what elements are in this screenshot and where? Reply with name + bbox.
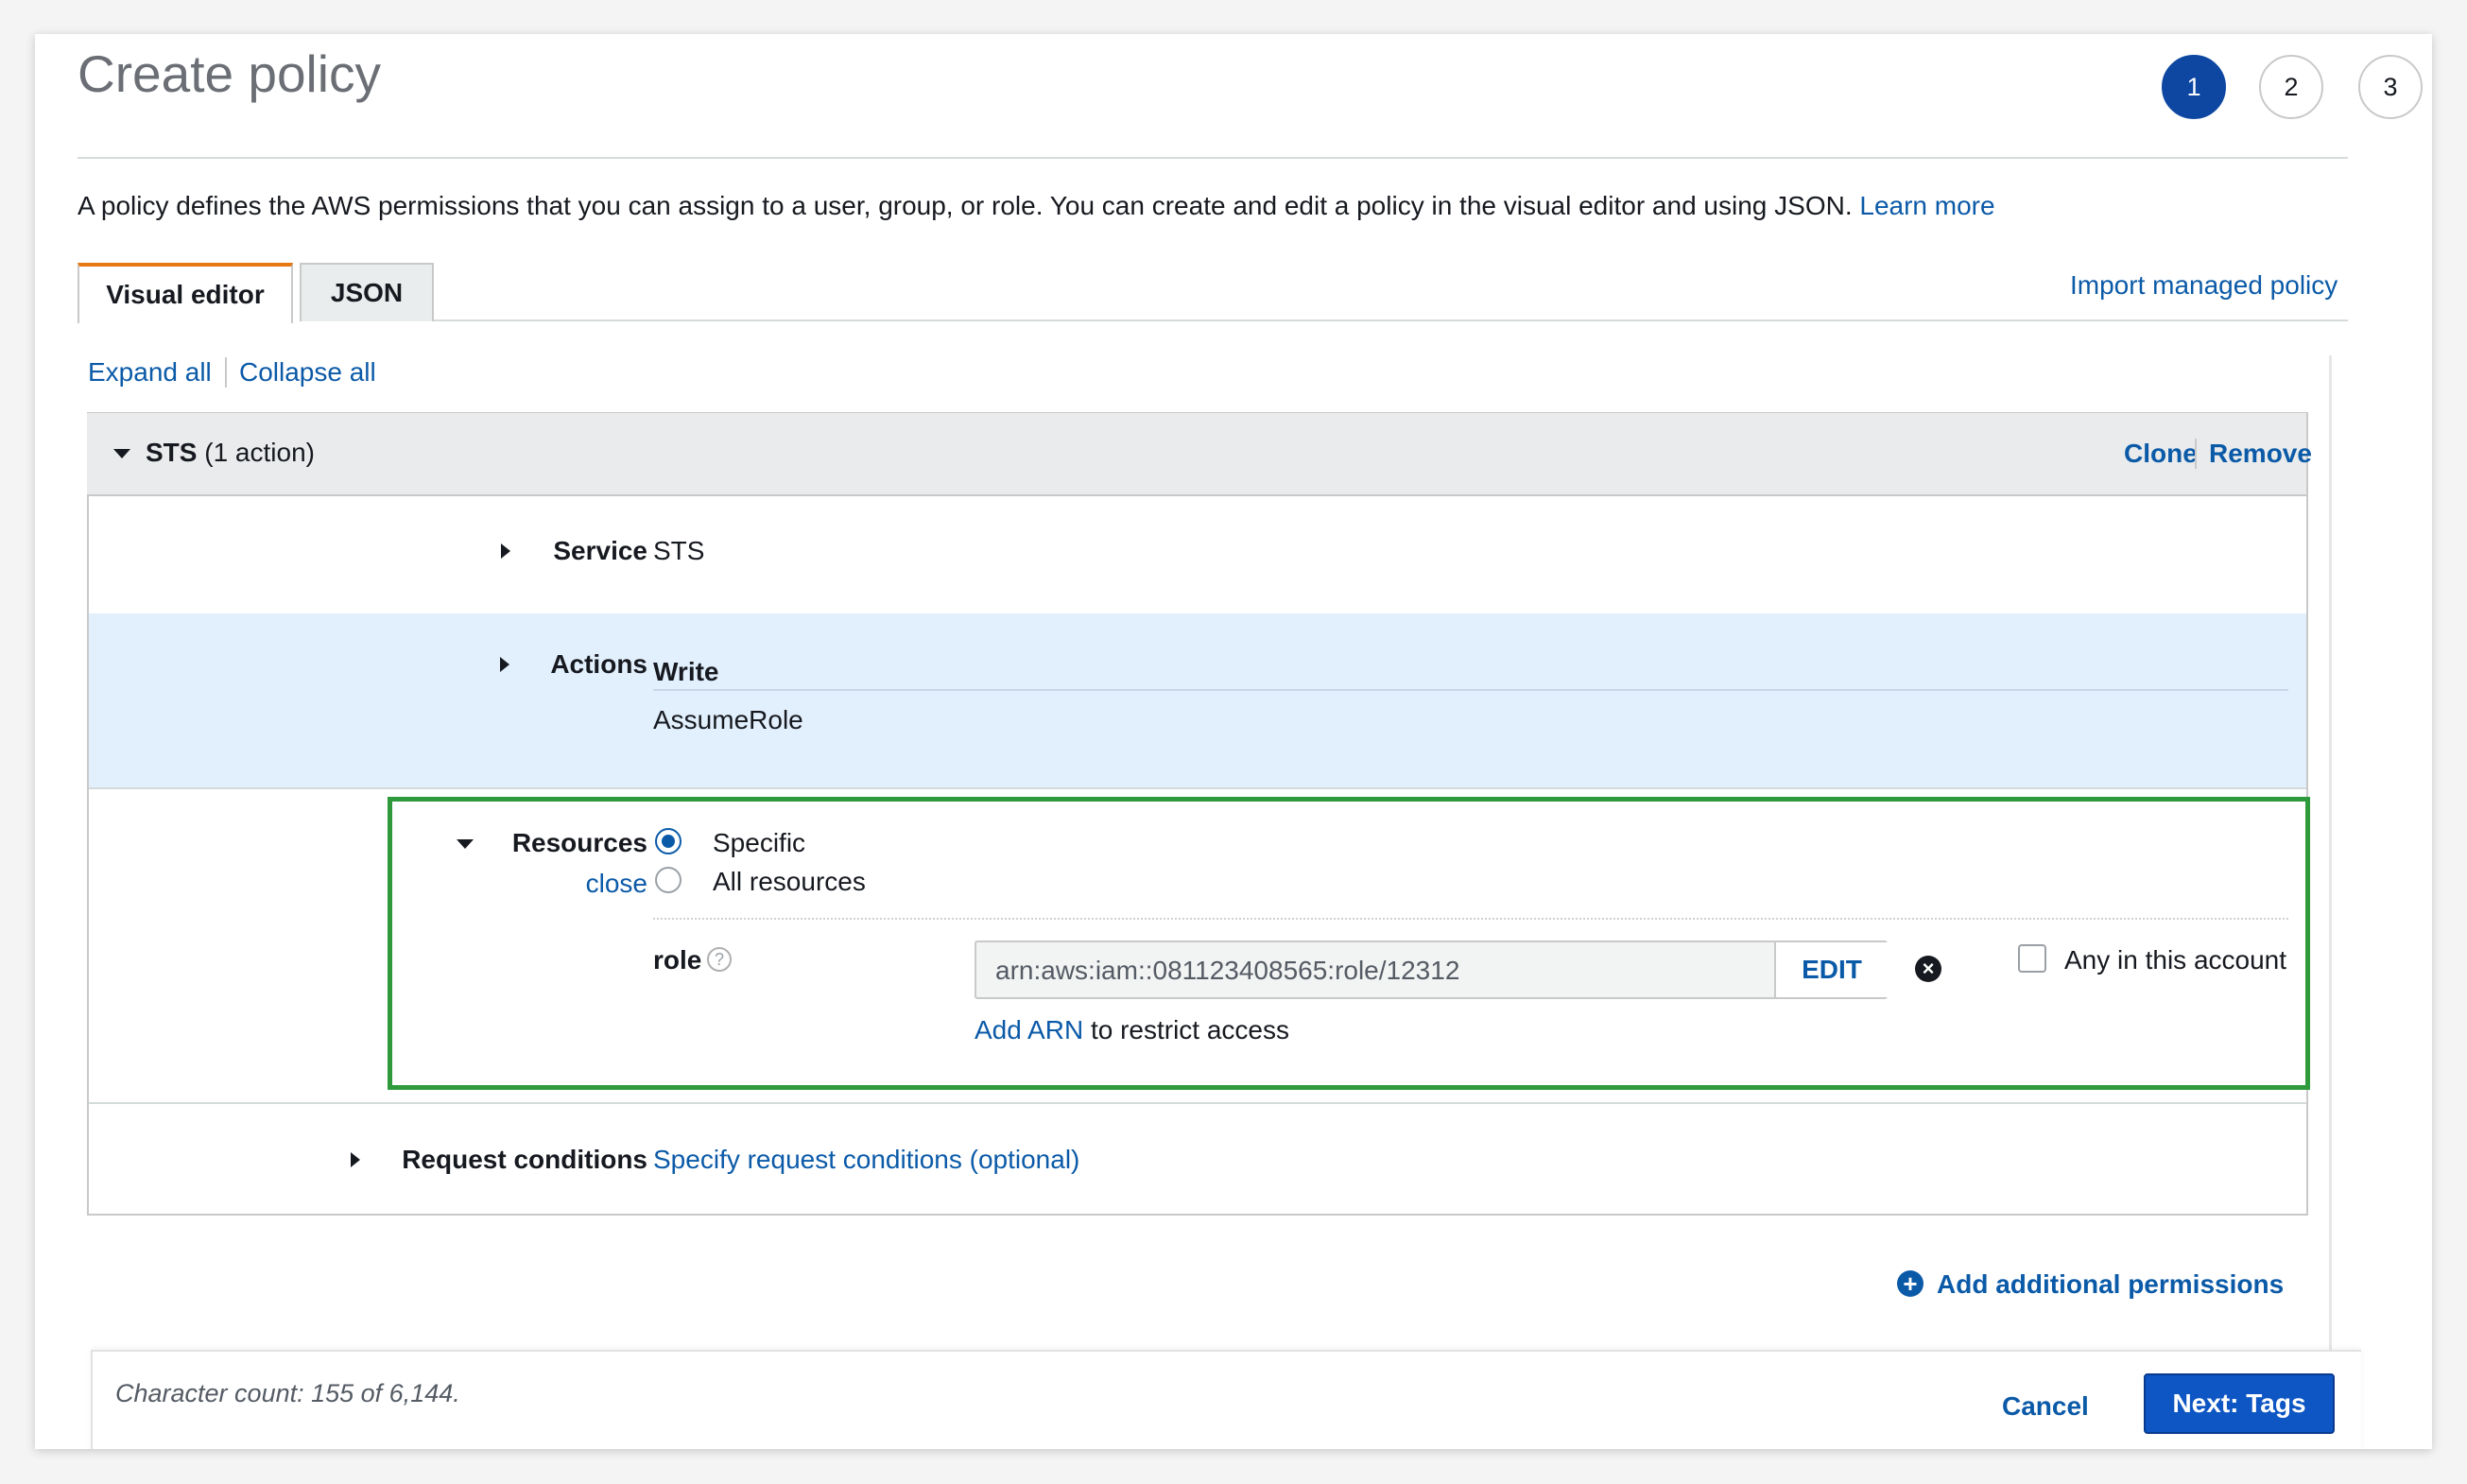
caret-right-icon[interactable] [351,1152,360,1167]
collapse-all-link[interactable]: Collapse all [239,357,376,388]
service-label: Service [553,536,647,565]
request-conditions-label: Request conditions [402,1145,647,1174]
resources-bottom-rule [89,1102,2306,1104]
page-title: Create policy [78,44,381,103]
caret-right-icon[interactable] [501,544,510,559]
cancel-button[interactable]: Cancel [2002,1391,2089,1422]
arn-input-group: arn:aws:iam::081123408565:role/12312 EDI… [975,940,1888,999]
actions-group: Write [653,657,719,686]
footer-bar: Character count: 155 of 6,144. Cancel Ne… [91,1350,2361,1449]
resources-dotted-divider [653,918,2288,920]
add-arn-row: Add ARN to restrict access [975,1015,1289,1045]
tab-json[interactable]: JSON [300,263,434,321]
character-count: Character count: 155 of 6,144. [115,1379,460,1407]
expand-all-link[interactable]: Expand all [88,357,212,388]
step-1[interactable]: 1 [2162,55,2226,119]
title-divider [78,157,2348,159]
help-icon[interactable]: ? [707,947,732,972]
header-divider [2195,439,2197,469]
arn-value: arn:aws:iam::081123408565:role/12312 [995,956,1460,985]
create-policy-card: Create policy 1 2 3 A policy defines the… [35,34,2432,1449]
add-circle-icon[interactable]: + [1897,1270,1924,1297]
policy-description: A policy defines the AWS permissions tha… [78,191,1995,221]
remove-link[interactable]: Remove [2209,439,2312,469]
any-in-account-label[interactable]: Any in this account [2064,945,2286,975]
clone-link[interactable]: Clone [2124,439,2198,469]
resources-close-link[interactable]: close [586,869,647,899]
tabs-baseline [434,319,2348,321]
restrict-text: to restrict access [1090,1015,1290,1044]
request-conditions-link[interactable]: Specify request conditions (optional) [653,1145,1079,1175]
next-tags-button[interactable]: Next: Tags [2144,1373,2335,1434]
learn-more-link[interactable]: Learn more [1859,191,1994,220]
step-3[interactable]: 3 [2358,55,2423,119]
actions-divider [653,689,2288,691]
permission-header[interactable]: STS (1 action) Clone Remove [87,413,2312,496]
permission-title: STS (1 action) [146,438,315,468]
caret-down-icon[interactable] [457,839,474,849]
radio-specific-label[interactable]: Specific [713,828,805,858]
role-label: role [653,945,702,975]
service-name: STS [146,438,198,467]
scroll-track[interactable] [2329,355,2332,1414]
actions-bottom-rule [89,787,2306,789]
edit-arn-button[interactable]: EDIT [1774,942,1888,997]
step-2[interactable]: 2 [2259,55,2323,119]
remove-arn-icon[interactable]: × [1915,956,1941,982]
import-managed-policy-link[interactable]: Import managed policy [2070,270,2338,301]
radio-all-resources[interactable] [655,867,681,893]
action-assumerole: AssumeRole [653,705,803,734]
description-text: A policy defines the AWS permissions tha… [78,191,1853,220]
action-count: (1 action) [204,438,315,467]
radio-specific[interactable] [655,828,681,854]
actions-row [89,613,2306,787]
controls-divider [225,357,227,388]
add-arn-link[interactable]: Add ARN [975,1015,1083,1044]
caret-down-icon [113,449,130,458]
resources-label: Resources [511,828,647,857]
add-permissions-link[interactable]: Add additional permissions [1937,1269,2284,1300]
any-in-account-checkbox[interactable] [2018,944,2046,973]
tab-visual-editor[interactable]: Visual editor [78,263,293,323]
actions-label: Actions [550,649,647,679]
caret-right-icon[interactable] [500,657,509,672]
radio-all-label[interactable]: All resources [713,867,866,897]
service-value: STS [653,536,705,565]
